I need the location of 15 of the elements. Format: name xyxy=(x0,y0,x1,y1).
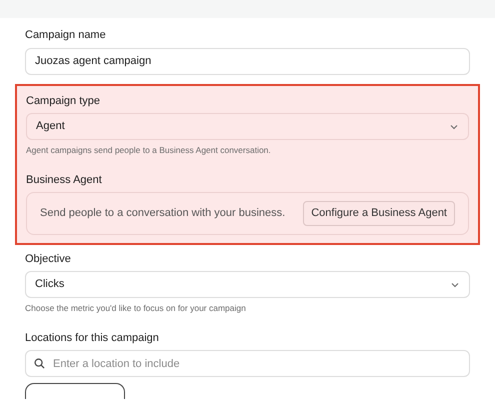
select-dropdown[interactable]: Clicks xyxy=(25,271,470,298)
help-text: Agent campaigns send people to a Business Agent conversation. xyxy=(26,144,271,157)
field-label: Campaign name xyxy=(25,28,106,43)
field-label: Locations for this campaign xyxy=(25,330,159,346)
field-label: Campaign type xyxy=(26,94,100,108)
configure-button[interactable]: Configure a Business Agent xyxy=(303,201,455,226)
search-icon xyxy=(34,358,45,369)
location-chip[interactable] xyxy=(25,383,125,399)
field-label: Business Agent xyxy=(26,172,102,188)
text-input-field[interactable]: Juozas agent campaign xyxy=(25,48,470,74)
select-dropdown[interactable]: Agent xyxy=(26,113,469,140)
field-label: Objective xyxy=(25,252,71,266)
panel-text: Send people to a conversation with your business. xyxy=(40,206,286,221)
help-text: Choose the metric you'd like to focus on for your campaign xyxy=(25,302,246,315)
search-field[interactable]: Enter a location to include xyxy=(25,350,470,377)
